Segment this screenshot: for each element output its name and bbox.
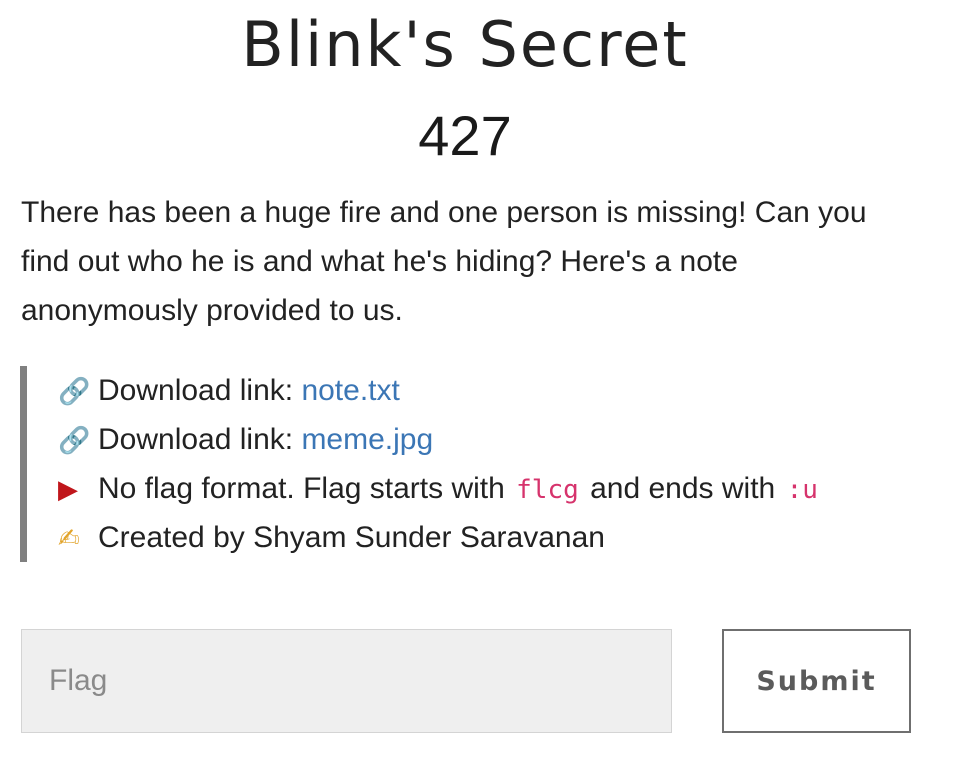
download-line-note: 🔗 Download link: note.txt: [58, 366, 821, 415]
link-icon: 🔗: [58, 426, 91, 456]
flag-end-code: :u: [786, 475, 818, 505]
flag-format-text-middle: and ends with: [581, 472, 784, 505]
download-line-meme: 🔗 Download link: meme.jpg: [58, 415, 821, 464]
flag-input[interactable]: [21, 629, 672, 733]
download-label: Download link:: [98, 374, 302, 407]
flag-start-code: flcg: [516, 475, 579, 505]
author-line: ✍ Created by Shyam Sunder Saravanan: [58, 513, 821, 562]
challenge-info-blockquote: 🔗 Download link: note.txt 🔗 Download link:…: [20, 366, 907, 562]
link-icon: 🔗: [58, 377, 91, 407]
submit-button[interactable]: Submit: [722, 629, 911, 733]
challenge-points: 427: [418, 104, 512, 167]
flag-format-line: ▶ No flag format. Flag starts with flcg a…: [58, 464, 821, 513]
meme-download-link[interactable]: meme.jpg: [301, 423, 433, 456]
challenge-title: Blink's Secret: [241, 8, 689, 81]
note-download-link[interactable]: note.txt: [301, 374, 399, 407]
red-flag-icon: ▶: [58, 475, 78, 505]
flag-format-text-before: No flag format. Flag starts with: [98, 472, 514, 505]
author-text: Created by Shyam Sunder Saravanan: [98, 521, 605, 554]
download-label: Download link:: [98, 423, 302, 456]
writing-hand-icon: ✍: [58, 524, 80, 554]
challenge-info-lines: 🔗 Download link: note.txt 🔗 Download link:…: [58, 366, 821, 562]
challenge-description: There has been a huge fire and one perso…: [21, 196, 867, 327]
